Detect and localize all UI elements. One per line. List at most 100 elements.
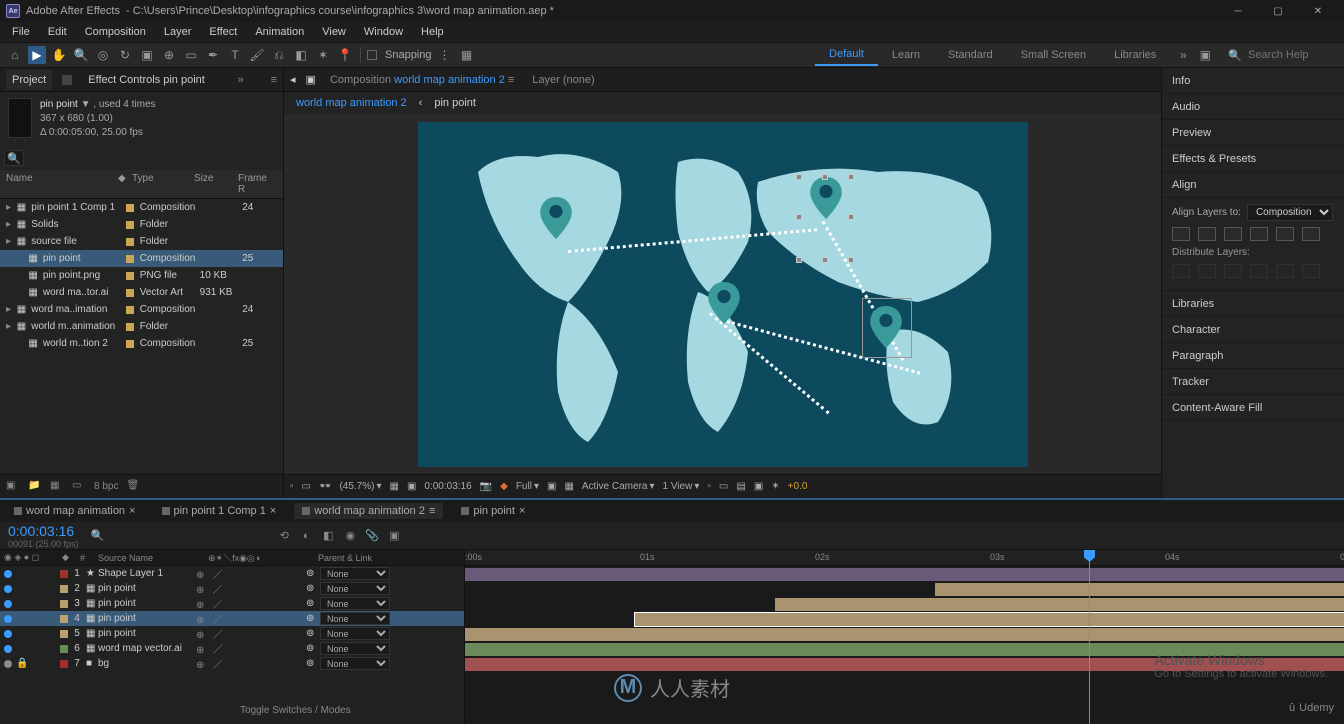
breadcrumb-root[interactable]: world map animation 2	[296, 97, 407, 109]
menu-effect[interactable]: Effect	[201, 24, 245, 40]
snap-opt-icon[interactable]: ⋮	[436, 46, 454, 64]
hand-tool[interactable]: ✋	[50, 46, 68, 64]
align-button[interactable]	[1302, 227, 1320, 241]
col-label-icon[interactable]: ◆	[118, 173, 132, 195]
selection-handle[interactable]	[848, 174, 854, 180]
draft-icon[interactable]: ▣	[386, 528, 402, 544]
workspace-small-screen[interactable]: Small Screen	[1007, 45, 1100, 65]
parent-dropdown[interactable]: None	[320, 612, 390, 625]
home-icon[interactable]: ⌂	[6, 46, 24, 64]
timecode-block[interactable]: 0:00:03:16 00091 (25.00 fps)	[8, 523, 79, 549]
timeline-layer[interactable]: 2 ▦ pin point ⊕ ／ ⊚ None	[0, 581, 464, 596]
timeline-ruler[interactable]: :00s01s02s03s04s05s	[465, 550, 1344, 566]
exposure-reset-icon[interactable]: ✶	[771, 481, 779, 492]
interpret-icon[interactable]: ▣	[6, 480, 20, 494]
color-icon[interactable]: ◆	[500, 481, 508, 492]
selection-handle[interactable]	[796, 214, 802, 220]
panel-effects-presets[interactable]: Effects & Presets	[1162, 146, 1344, 172]
menu-layer[interactable]: Layer	[156, 24, 200, 40]
puppet-tool[interactable]: 📍	[336, 46, 354, 64]
workspace-standard[interactable]: Standard	[934, 45, 1007, 65]
selection-handle[interactable]	[822, 257, 828, 263]
selection-handle[interactable]	[848, 257, 854, 263]
timeline-tab[interactable]: world map animation 2 ≡	[294, 503, 443, 519]
pixel-aspect-icon[interactable]: ▭	[719, 481, 728, 492]
project-row[interactable]: ▦ word ma..tor.ai Vector Art 931 KB	[0, 284, 283, 301]
panel-preview[interactable]: Preview	[1162, 120, 1344, 146]
project-row[interactable]: ▦ world m..tion 2 Composition 25	[0, 335, 283, 352]
selection-handle[interactable]	[796, 174, 802, 180]
project-row[interactable]: ▦ pin point.png PNG file 10 KB	[0, 267, 283, 284]
rotate-tool[interactable]: ↻	[116, 46, 134, 64]
time-display[interactable]: 0:00:03:16	[424, 481, 471, 492]
new-folder-icon[interactable]: 📁	[28, 480, 42, 494]
menu-composition[interactable]: Composition	[77, 24, 154, 40]
timeline-icon[interactable]: ▣	[754, 481, 763, 492]
camera-dropdown[interactable]: Active Camera ▾	[582, 481, 655, 492]
distribute-button[interactable]	[1198, 264, 1216, 278]
workspace-learn[interactable]: Learn	[878, 45, 934, 65]
workspace-overflow-icon[interactable]: »	[1174, 46, 1192, 64]
panel-audio[interactable]: Audio	[1162, 94, 1344, 120]
workspace-default[interactable]: Default	[815, 44, 878, 66]
timeline-track-area[interactable]: :00s01s02s03s04s05s	[465, 550, 1344, 724]
layer-bar[interactable]	[775, 598, 1344, 611]
panel-character[interactable]: Character	[1162, 317, 1344, 343]
text-tool[interactable]: T	[226, 46, 244, 64]
brush-tool[interactable]: 🖌	[248, 46, 266, 64]
maximize-button[interactable]: ▢	[1258, 0, 1298, 22]
snapping-checkbox[interactable]	[367, 50, 377, 60]
toggle-switches-button[interactable]: Toggle Switches / Modes	[240, 705, 351, 716]
col-size[interactable]: Size	[194, 173, 238, 195]
close-button[interactable]: ✕	[1298, 0, 1338, 22]
distribute-button[interactable]	[1224, 264, 1242, 278]
menu-edit[interactable]: Edit	[40, 24, 75, 40]
project-row[interactable]: ▸ ▦ Solids Folder	[0, 216, 283, 233]
toggle-alpha-icon[interactable]: ▦	[390, 481, 399, 492]
mask-icon[interactable]: ▭	[302, 481, 311, 492]
shape-tool[interactable]: ▭	[182, 46, 200, 64]
timeline-search-icon[interactable]: 🔍	[91, 529, 105, 542]
shy-icon[interactable]: ⟲	[276, 528, 292, 544]
snapshot-icon[interactable]: 📷	[480, 481, 492, 492]
menu-view[interactable]: View	[314, 24, 354, 40]
menu-window[interactable]: Window	[356, 24, 411, 40]
project-row[interactable]: ▦ pin point Composition 25	[0, 250, 283, 267]
panel-align[interactable]: Align	[1162, 172, 1344, 198]
selection-handle[interactable]	[796, 257, 802, 263]
timeline-layer[interactable]: 4 ▦ pin point ⊕ ／ ⊚ None	[0, 611, 464, 626]
graph-icon[interactable]: 📎	[364, 528, 380, 544]
col-type[interactable]: Type	[132, 173, 194, 195]
parent-dropdown[interactable]: None	[320, 597, 390, 610]
workspace-reset-icon[interactable]: ▣	[1196, 46, 1214, 64]
timeline-layer[interactable]: 3 ▦ pin point ⊕ ／ ⊚ None	[0, 596, 464, 611]
menu-animation[interactable]: Animation	[247, 24, 312, 40]
col-frame[interactable]: Frame R	[238, 173, 274, 195]
view-dropdown[interactable]: 1 View ▾	[663, 481, 700, 492]
workspace-libraries[interactable]: Libraries	[1100, 45, 1170, 65]
playhead[interactable]	[1089, 550, 1090, 724]
fast-preview-icon[interactable]: ▤	[736, 481, 745, 492]
transparency-icon[interactable]: ▦	[564, 481, 573, 492]
roi-icon[interactable]: ▣	[547, 481, 556, 492]
panel-paragraph[interactable]: Paragraph	[1162, 343, 1344, 369]
align-button[interactable]	[1224, 227, 1242, 241]
align-button[interactable]	[1250, 227, 1268, 241]
new-comp-icon[interactable]: ▦	[50, 480, 64, 494]
project-row[interactable]: ▸ ▦ world m..animation Folder	[0, 318, 283, 335]
panel-overflow-icon[interactable]: »	[238, 74, 244, 86]
blur-icon[interactable]: ◐	[298, 528, 314, 544]
magnify-icon[interactable]: ▫	[290, 481, 294, 492]
zoom-tool[interactable]: 🔍	[72, 46, 90, 64]
parent-dropdown[interactable]: None	[320, 582, 390, 595]
search-help-input[interactable]	[1248, 49, 1338, 61]
roto-tool[interactable]: ✶	[314, 46, 332, 64]
distribute-button[interactable]	[1172, 264, 1190, 278]
comp-viewer[interactable]	[284, 114, 1161, 474]
menu-help[interactable]: Help	[413, 24, 452, 40]
zoom-dropdown[interactable]: (45.7%) ▾	[339, 481, 381, 492]
align-button[interactable]	[1276, 227, 1294, 241]
panel-menu-icon[interactable]: ≡	[271, 74, 277, 86]
stamp-tool[interactable]: ⎌	[270, 46, 288, 64]
distribute-button[interactable]	[1250, 264, 1268, 278]
